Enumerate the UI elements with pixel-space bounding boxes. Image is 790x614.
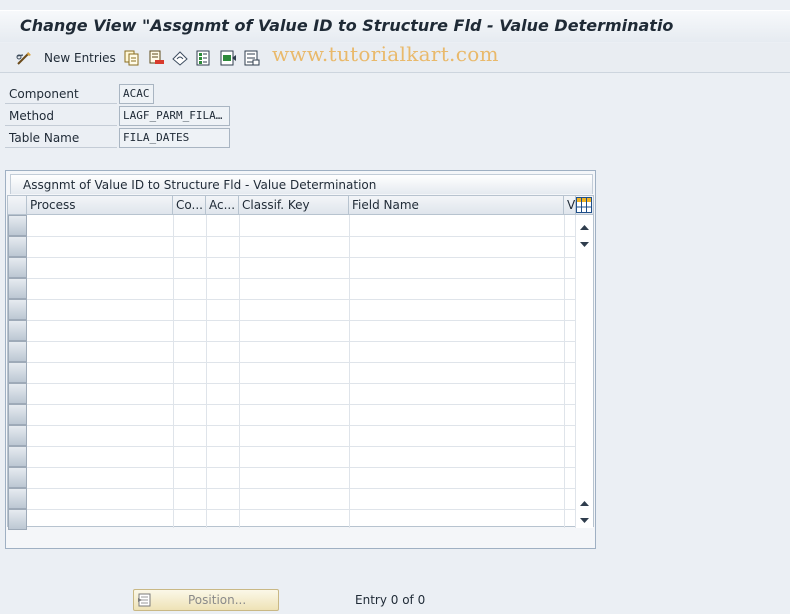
row-divider [27,299,576,300]
method-field-row: Method LAGF_PARM_FILA… [5,106,235,126]
row-selector[interactable] [8,488,27,509]
table-control: Assgnmt of Value ID to Structure Fld - V… [5,170,596,549]
deselect-all-icon [244,50,260,66]
row-selector[interactable] [8,467,27,488]
row-selector[interactable] [8,320,27,341]
table-settings-header [576,196,593,215]
column-divider [173,215,174,528]
row-divider [27,236,576,237]
new-entries-button[interactable]: New Entries [16,49,116,67]
column-header-ac[interactable]: Ac... [206,196,239,215]
deselect-all-button[interactable] [244,49,260,67]
table-title: Assgnmt of Value ID to Structure Fld - V… [10,174,593,194]
row-divider [27,341,576,342]
column-header-process[interactable]: Process [27,196,173,215]
column-divider [239,215,240,528]
row-divider [27,257,576,258]
table-name-field-row: Table Name FILA_DATES [5,128,235,148]
position-button-label: Position... [188,593,247,607]
row-selector[interactable] [8,299,27,320]
delete-button[interactable] [148,49,164,67]
scroll-down-icon[interactable] [580,514,589,523]
row-divider [27,320,576,321]
data-grid: Process Co... Ac... Classif. Key Field N… [7,195,594,530]
select-all-button[interactable] [196,49,212,67]
select-block-icon [220,50,236,66]
watermark: www.tutorialkart.com [272,42,499,66]
row-divider [27,383,576,384]
vertical-scrollbar[interactable] [575,215,593,528]
title-bar: Change View "Assgnmt of Value ID to Stru… [0,10,790,42]
row-selector[interactable] [8,362,27,383]
position-button[interactable]: Position... [133,589,279,611]
component-label: Component [5,84,117,104]
new-entries-label: New Entries [44,51,116,65]
row-selector[interactable] [8,341,27,362]
column-header-classif-key[interactable]: Classif. Key [239,196,349,215]
row-divider [27,488,576,489]
row-divider [27,404,576,405]
row-selector[interactable] [8,404,27,425]
scroll-page-up-icon[interactable] [580,221,589,230]
component-field-row: Component ACAC [5,84,235,104]
select-all-icon [196,50,212,66]
row-selector[interactable] [8,215,27,236]
column-divider [564,215,565,528]
undo-icon [172,50,188,66]
column-divider [206,215,207,528]
method-label: Method [5,106,117,126]
row-divider [27,509,576,510]
row-selector[interactable] [8,425,27,446]
row-divider [27,467,576,468]
row-divider [27,278,576,279]
delete-icon [148,50,164,66]
row-selector[interactable] [8,509,27,530]
method-field[interactable]: LAGF_PARM_FILA… [119,106,230,126]
copy-icon [124,50,140,66]
select-all-rows-header[interactable] [8,196,27,215]
row-divider [27,446,576,447]
scroll-page-down-icon[interactable] [580,238,589,247]
row-selector[interactable] [8,383,27,404]
scroll-up-icon[interactable] [580,497,589,506]
position-icon [138,592,154,611]
table-settings-icon[interactable] [576,197,592,213]
row-selector[interactable] [8,446,27,467]
glasses-pencil-icon [16,50,32,66]
column-header-field-name[interactable]: Field Name [349,196,564,215]
component-field[interactable]: ACAC [119,84,154,104]
row-divider [27,362,576,363]
column-header-va[interactable]: Va [564,196,576,215]
row-selector-column [8,215,27,530]
row-selector[interactable] [8,236,27,257]
table-name-field[interactable]: FILA_DATES [119,128,230,148]
undo-button[interactable] [172,49,188,67]
page-title: Change View "Assgnmt of Value ID to Stru… [20,16,674,35]
row-divider [27,425,576,426]
entry-count: Entry 0 of 0 [355,593,426,607]
copy-button[interactable] [124,49,140,67]
row-selector[interactable] [8,278,27,299]
row-selector[interactable] [8,257,27,278]
column-header-co[interactable]: Co... [173,196,206,215]
column-divider [349,215,350,528]
table-name-label: Table Name [5,128,117,148]
select-block-button[interactable] [220,49,236,67]
